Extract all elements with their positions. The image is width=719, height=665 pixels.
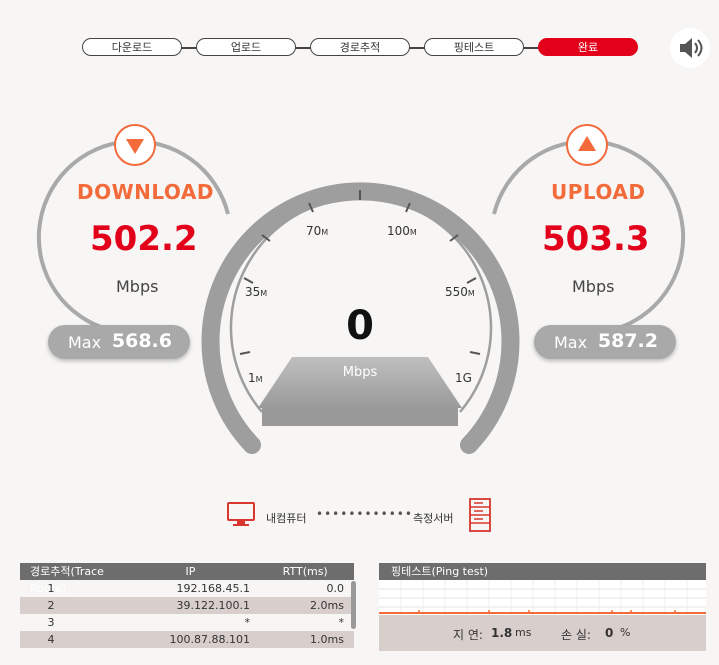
loss-unit: % [620,626,631,639]
arrow-up-icon [578,136,596,151]
ping-stats: 지 연: 1.8 ms 손 실: 0 % [379,615,706,651]
upload-indicator [566,124,608,166]
upload-max-value: 587.2 [597,330,658,352]
ping-graph-canvas [379,580,706,615]
server-icon [469,498,491,532]
table-row: 1 192.168.45.1 0.0 [20,580,354,597]
trace-header-cell: RTT(ms) [282,565,328,578]
download-max-pill: Max 568.6 [48,325,190,359]
connection-dots: •••••••••••• [316,507,413,521]
my-computer-label: 내컴퓨터 [266,512,307,525]
table-row: 2 39.122.100.1 2.0ms [20,597,354,614]
ip-cell: 39.122.100.1 [176,599,250,612]
gauge-tick-label: 1M [248,371,263,385]
gauge-unit: Mbps [342,365,378,380]
download-max-label: Max [68,333,102,352]
ip-cell: * [244,616,251,629]
arrow-down-icon [126,139,144,154]
ip-cell: 192.168.45.1 [176,582,250,595]
download-title: DOWNLOAD [77,180,214,204]
ip-cell: 100.87.88.101 [169,633,250,646]
loss-label: 손 실: [561,628,591,642]
hop-cell: 4 [47,633,55,646]
hop-cell: 1 [47,582,55,595]
computer-icon [227,502,255,526]
gauge-tick-label: 35M [245,285,268,299]
upload-value: 503.3 [542,219,650,259]
download-max-value: 568.6 [111,330,172,352]
hop-cell: 2 [47,599,55,612]
trace-route-table: 경로추적(Trace Route) IP RTT(ms) 1 192.168.4… [20,563,356,648]
trace-header-row: 경로추적(Trace Route) IP RTT(ms) [20,563,354,595]
download-indicator [114,124,156,166]
ping-test-panel: 핑테스트(Ping test) 지 연: 1.8 ms 손 실: 0 % [379,563,706,651]
download-unit: Mbps [116,277,159,296]
download-value: 502.2 [90,219,198,259]
hop-cell: 3 [47,616,55,629]
rtt-cell: 0.0 [326,582,345,595]
rtt-cell: * [338,616,345,629]
server-label: 측정서버 [413,512,454,525]
latency-unit: ms [515,626,532,639]
rtt-cell: 1.0ms [310,633,344,646]
upload-title: UPLOAD [551,180,646,204]
gauge-tick-label: 70M [306,224,329,238]
ping-title: 핑테스트(Ping test) [379,563,706,580]
rtt-cell: 2.0ms [310,599,344,612]
upload-max-label: Max [554,333,588,352]
connection-diagram: 내컴퓨터 •••••••••••• 측정서버 [226,498,496,534]
loss-value: 0 [605,626,614,640]
latency-label: 지 연: [453,628,483,642]
gauge-tick-label: 1G [455,371,472,385]
trace-scrollbar[interactable] [351,581,356,629]
trace-header-cell: IP [185,565,196,578]
gauge-tick-label: 100M [387,224,417,238]
table-row: 4 100.87.88.101 1.0ms [20,631,354,648]
gauge-tick-label: 550M [445,285,475,299]
gauge-current-value: 0 [346,303,374,349]
table-row: 3 * * [20,614,354,631]
upload-unit: Mbps [572,277,615,296]
trace-header-cell: 경로추적(Trace Route) [30,565,104,595]
latency-value: 1.8 [491,626,513,640]
ping-graph [379,580,706,615]
upload-max-pill: Max 587.2 [534,325,676,359]
